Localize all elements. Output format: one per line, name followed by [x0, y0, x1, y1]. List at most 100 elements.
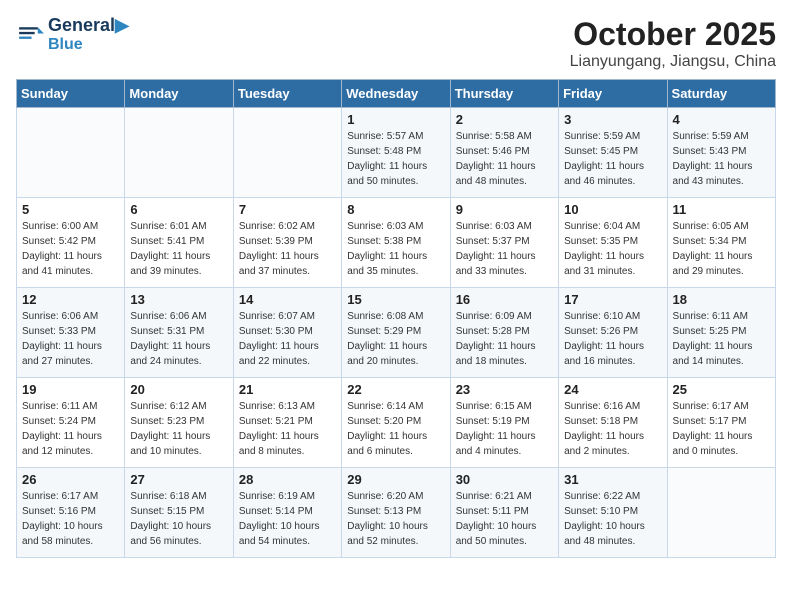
day-info: Sunrise: 6:06 AM Sunset: 5:31 PM Dayligh… [130, 309, 227, 369]
day-number: 14 [239, 292, 336, 307]
day-number: 11 [673, 202, 770, 217]
calendar-week-1: 1 Sunrise: 5:57 AM Sunset: 5:48 PM Daylig… [17, 108, 776, 198]
day-number: 19 [22, 382, 119, 397]
day-info: Sunrise: 5:59 AM Sunset: 5:45 PM Dayligh… [564, 129, 661, 189]
day-number: 1 [347, 112, 444, 127]
calendar-cell: 10 Sunrise: 6:04 AM Sunset: 5:35 PM Dayli… [559, 198, 667, 288]
day-info: Sunrise: 5:58 AM Sunset: 5:46 PM Dayligh… [456, 129, 553, 189]
calendar-cell: 18 Sunrise: 6:11 AM Sunset: 5:25 PM Dayli… [667, 288, 775, 378]
weekday-header-friday: Friday [559, 80, 667, 108]
day-number: 16 [456, 292, 553, 307]
calendar-week-3: 12 Sunrise: 6:06 AM Sunset: 5:33 PM Dayli… [17, 288, 776, 378]
calendar-cell: 8 Sunrise: 6:03 AM Sunset: 5:38 PM Daylig… [342, 198, 450, 288]
calendar-cell [17, 108, 125, 198]
day-number: 25 [673, 382, 770, 397]
day-info: Sunrise: 5:57 AM Sunset: 5:48 PM Dayligh… [347, 129, 444, 189]
calendar-cell: 4Sunrise: 5:59 AM Sunset: 5:43 PM Daylig… [667, 108, 775, 198]
weekday-header-sunday: Sunday [17, 80, 125, 108]
day-number: 29 [347, 472, 444, 487]
calendar-table: SundayMondayTuesdayWednesdayThursdayFrid… [16, 79, 776, 558]
day-number: 10 [564, 202, 661, 217]
calendar-cell: 12 Sunrise: 6:06 AM Sunset: 5:33 PM Dayli… [17, 288, 125, 378]
day-info: Sunrise: 6:10 AM Sunset: 5:26 PM Dayligh… [564, 309, 661, 369]
calendar-cell: 21 Sunrise: 6:13 AM Sunset: 5:21 PM Dayli… [233, 378, 341, 468]
calendar-cell: 5Sunrise: 6:00 AM Sunset: 5:42 PM Daylig… [17, 198, 125, 288]
calendar-cell: 16Sunrise: 6:09 AM Sunset: 5:28 PM Dayli… [450, 288, 558, 378]
logo-text: General▶ [48, 16, 129, 36]
calendar-cell: 1 Sunrise: 5:57 AM Sunset: 5:48 PM Daylig… [342, 108, 450, 198]
calendar-cell: 7 Sunrise: 6:02 AM Sunset: 5:39 PM Daylig… [233, 198, 341, 288]
day-info: Sunrise: 5:59 AM Sunset: 5:43 PM Dayligh… [673, 129, 770, 189]
month-title: October 2025 [570, 16, 776, 53]
calendar-cell: 6 Sunrise: 6:01 AM Sunset: 5:41 PM Daylig… [125, 198, 233, 288]
weekday-header-row: SundayMondayTuesdayWednesdayThursdayFrid… [17, 80, 776, 108]
calendar-cell: 17 Sunrise: 6:10 AM Sunset: 5:26 PM Dayli… [559, 288, 667, 378]
day-number: 15 [347, 292, 444, 307]
day-number: 18 [673, 292, 770, 307]
day-info: Sunrise: 6:20 AM Sunset: 5:13 PM Dayligh… [347, 489, 444, 549]
day-info: Sunrise: 6:18 AM Sunset: 5:15 PM Dayligh… [130, 489, 227, 549]
calendar-cell: 25 Sunrise: 6:17 AM Sunset: 5:17 PM Dayli… [667, 378, 775, 468]
calendar-cell: 31Sunrise: 6:22 AM Sunset: 5:10 PM Dayli… [559, 468, 667, 558]
calendar-cell: 30 Sunrise: 6:21 AM Sunset: 5:11 PM Dayli… [450, 468, 558, 558]
calendar-week-5: 26Sunrise: 6:17 AM Sunset: 5:16 PM Dayli… [17, 468, 776, 558]
day-number: 9 [456, 202, 553, 217]
day-number: 7 [239, 202, 336, 217]
day-info: Sunrise: 6:15 AM Sunset: 5:19 PM Dayligh… [456, 399, 553, 459]
day-number: 13 [130, 292, 227, 307]
calendar-cell [233, 108, 341, 198]
day-number: 3 [564, 112, 661, 127]
calendar-cell: 20Sunrise: 6:12 AM Sunset: 5:23 PM Dayli… [125, 378, 233, 468]
calendar-cell: 27Sunrise: 6:18 AM Sunset: 5:15 PM Dayli… [125, 468, 233, 558]
day-info: Sunrise: 6:19 AM Sunset: 5:14 PM Dayligh… [239, 489, 336, 549]
calendar-week-2: 5Sunrise: 6:00 AM Sunset: 5:42 PM Daylig… [17, 198, 776, 288]
calendar-cell: 3 Sunrise: 5:59 AM Sunset: 5:45 PM Daylig… [559, 108, 667, 198]
day-info: Sunrise: 6:07 AM Sunset: 5:30 PM Dayligh… [239, 309, 336, 369]
calendar-week-4: 19 Sunrise: 6:11 AM Sunset: 5:24 PM Dayli… [17, 378, 776, 468]
day-info: Sunrise: 6:11 AM Sunset: 5:25 PM Dayligh… [673, 309, 770, 369]
calendar-cell: 9Sunrise: 6:03 AM Sunset: 5:37 PM Daylig… [450, 198, 558, 288]
calendar-cell [125, 108, 233, 198]
day-info: Sunrise: 6:11 AM Sunset: 5:24 PM Dayligh… [22, 399, 119, 459]
day-info: Sunrise: 6:21 AM Sunset: 5:11 PM Dayligh… [456, 489, 553, 549]
weekday-header-monday: Monday [125, 80, 233, 108]
day-info: Sunrise: 6:22 AM Sunset: 5:10 PM Dayligh… [564, 489, 661, 549]
day-info: Sunrise: 6:01 AM Sunset: 5:41 PM Dayligh… [130, 219, 227, 279]
day-number: 6 [130, 202, 227, 217]
calendar-cell: 22Sunrise: 6:14 AM Sunset: 5:20 PM Dayli… [342, 378, 450, 468]
day-number: 17 [564, 292, 661, 307]
logo-blue-text: Blue [48, 36, 129, 54]
day-info: Sunrise: 6:02 AM Sunset: 5:39 PM Dayligh… [239, 219, 336, 279]
day-number: 20 [130, 382, 227, 397]
day-number: 21 [239, 382, 336, 397]
day-info: Sunrise: 6:00 AM Sunset: 5:42 PM Dayligh… [22, 219, 119, 279]
day-info: Sunrise: 6:17 AM Sunset: 5:16 PM Dayligh… [22, 489, 119, 549]
calendar-cell: 19 Sunrise: 6:11 AM Sunset: 5:24 PM Dayli… [17, 378, 125, 468]
calendar-cell: 23 Sunrise: 6:15 AM Sunset: 5:19 PM Dayli… [450, 378, 558, 468]
calendar-cell: 13 Sunrise: 6:06 AM Sunset: 5:31 PM Dayli… [125, 288, 233, 378]
weekday-header-saturday: Saturday [667, 80, 775, 108]
location-subtitle: Lianyungang, Jiangsu, China [570, 53, 776, 71]
day-number: 23 [456, 382, 553, 397]
calendar-cell: 26Sunrise: 6:17 AM Sunset: 5:16 PM Dayli… [17, 468, 125, 558]
calendar-cell: 2 Sunrise: 5:58 AM Sunset: 5:46 PM Daylig… [450, 108, 558, 198]
weekday-header-thursday: Thursday [450, 80, 558, 108]
logo: General▶ Blue [16, 16, 129, 53]
calendar-cell: 29 Sunrise: 6:20 AM Sunset: 5:13 PM Dayli… [342, 468, 450, 558]
weekday-header-tuesday: Tuesday [233, 80, 341, 108]
calendar-cell: 24Sunrise: 6:16 AM Sunset: 5:18 PM Dayli… [559, 378, 667, 468]
day-info: Sunrise: 6:17 AM Sunset: 5:17 PM Dayligh… [673, 399, 770, 459]
day-number: 2 [456, 112, 553, 127]
day-info: Sunrise: 6:14 AM Sunset: 5:20 PM Dayligh… [347, 399, 444, 459]
day-number: 30 [456, 472, 553, 487]
day-info: Sunrise: 6:08 AM Sunset: 5:29 PM Dayligh… [347, 309, 444, 369]
page-header: General▶ Blue October 2025 Lianyungang, … [16, 16, 776, 71]
calendar-cell: 11 Sunrise: 6:05 AM Sunset: 5:34 PM Dayli… [667, 198, 775, 288]
day-number: 8 [347, 202, 444, 217]
day-info: Sunrise: 6:04 AM Sunset: 5:35 PM Dayligh… [564, 219, 661, 279]
day-info: Sunrise: 6:06 AM Sunset: 5:33 PM Dayligh… [22, 309, 119, 369]
day-info: Sunrise: 6:05 AM Sunset: 5:34 PM Dayligh… [673, 219, 770, 279]
day-number: 12 [22, 292, 119, 307]
day-info: Sunrise: 6:03 AM Sunset: 5:38 PM Dayligh… [347, 219, 444, 279]
day-info: Sunrise: 6:13 AM Sunset: 5:21 PM Dayligh… [239, 399, 336, 459]
